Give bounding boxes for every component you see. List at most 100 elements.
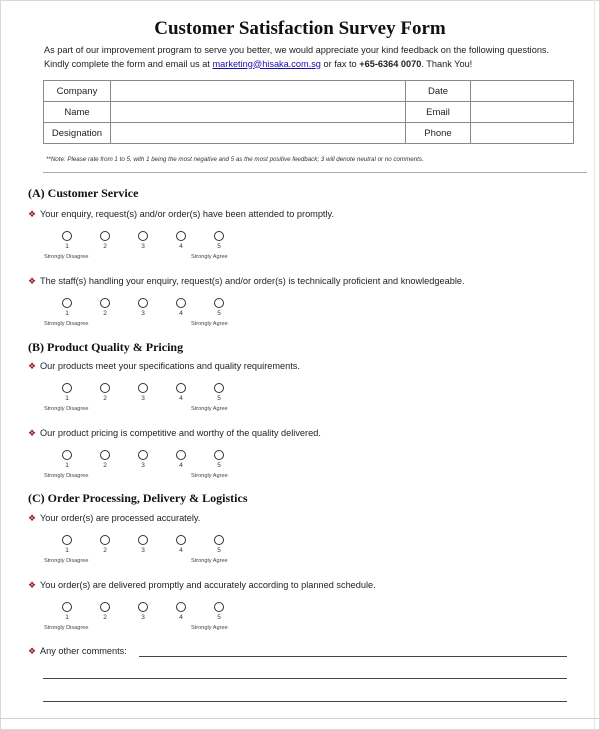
radio-button[interactable] xyxy=(138,450,148,460)
rating-number: 5 xyxy=(217,547,221,554)
rating-option[interactable]: 4 xyxy=(171,298,191,317)
radio-button[interactable] xyxy=(62,535,72,545)
rating-option[interactable]: 1 xyxy=(57,383,77,402)
comments-input-line-2[interactable] xyxy=(43,678,567,679)
rating-number: 5 xyxy=(217,243,221,250)
rating-option[interactable]: 5 xyxy=(209,298,229,317)
low-anchor-label: Strongly Disagree xyxy=(44,625,89,631)
rating-option[interactable]: 4 xyxy=(171,383,191,402)
radio-button[interactable] xyxy=(100,298,110,308)
radio-button[interactable] xyxy=(176,535,186,545)
rating-option[interactable]: 5 xyxy=(209,231,229,250)
rating-option[interactable]: 1 xyxy=(57,535,77,554)
radio-button[interactable] xyxy=(100,602,110,612)
question-text: Our products meet your specifications an… xyxy=(40,361,300,371)
rating-number: 5 xyxy=(217,462,221,469)
rating-option[interactable]: 4 xyxy=(171,535,191,554)
email-field[interactable] xyxy=(470,101,574,123)
radio-button[interactable] xyxy=(100,535,110,545)
rating-number: 5 xyxy=(217,310,221,317)
rating-option[interactable]: 3 xyxy=(133,450,153,469)
radio-button[interactable] xyxy=(62,450,72,460)
designation-field[interactable] xyxy=(110,122,406,144)
rating-number: 3 xyxy=(141,243,145,250)
low-anchor-label: Strongly Disagree xyxy=(44,321,89,327)
radio-button[interactable] xyxy=(138,602,148,612)
low-anchor-label: Strongly Disagree xyxy=(44,473,89,479)
high-anchor-label: Strongly Agree xyxy=(191,625,228,631)
rating-option[interactable]: 2 xyxy=(95,602,115,621)
rating-number: 3 xyxy=(141,462,145,469)
radio-button[interactable] xyxy=(176,298,186,308)
rating-number: 2 xyxy=(103,243,107,250)
rating-number: 1 xyxy=(65,310,69,317)
high-anchor-label: Strongly Agree xyxy=(191,473,228,479)
comments-input-line-3[interactable] xyxy=(43,701,567,702)
rating-option[interactable]: 3 xyxy=(133,602,153,621)
radio-button[interactable] xyxy=(100,383,110,393)
rating-number: 2 xyxy=(103,614,107,621)
email-link[interactable]: marketing@hisaka.com.sg xyxy=(213,59,321,69)
rating-number: 2 xyxy=(103,462,107,469)
rating-option[interactable]: 2 xyxy=(95,298,115,317)
rating-option[interactable]: 3 xyxy=(133,383,153,402)
diamond-bullet-icon: ❖ xyxy=(28,580,37,590)
radio-button[interactable] xyxy=(100,450,110,460)
rating-option[interactable]: 5 xyxy=(209,383,229,402)
rating-option[interactable]: 4 xyxy=(171,450,191,469)
rating-option[interactable]: 1 xyxy=(57,450,77,469)
rating-option[interactable]: 1 xyxy=(57,298,77,317)
name-field[interactable] xyxy=(110,101,406,123)
phone-field[interactable] xyxy=(470,122,574,144)
radio-button[interactable] xyxy=(214,602,224,612)
rating-option[interactable]: 3 xyxy=(133,298,153,317)
radio-button[interactable] xyxy=(176,383,186,393)
rating-option[interactable]: 4 xyxy=(171,602,191,621)
radio-button[interactable] xyxy=(62,383,72,393)
rating-option[interactable]: 2 xyxy=(95,383,115,402)
radio-button[interactable] xyxy=(62,231,72,241)
rating-option[interactable]: 5 xyxy=(209,450,229,469)
rating-note: **Note: Please rate from 1 to 5, with 1 … xyxy=(46,156,424,163)
date-field[interactable] xyxy=(470,80,574,102)
radio-button[interactable] xyxy=(138,535,148,545)
rating-option[interactable]: 4 xyxy=(171,231,191,250)
rating-option[interactable]: 1 xyxy=(57,602,77,621)
radio-button[interactable] xyxy=(62,298,72,308)
radio-button[interactable] xyxy=(214,298,224,308)
radio-button[interactable] xyxy=(214,535,224,545)
radio-button[interactable] xyxy=(214,383,224,393)
rating-number: 3 xyxy=(141,310,145,317)
radio-button[interactable] xyxy=(100,231,110,241)
radio-button[interactable] xyxy=(62,602,72,612)
high-anchor-label: Strongly Agree xyxy=(191,254,228,260)
survey-question: ❖ The staff(s) handling your enquiry, req… xyxy=(28,276,465,287)
radio-button[interactable] xyxy=(176,231,186,241)
rating-option[interactable]: 2 xyxy=(95,535,115,554)
rating-number: 2 xyxy=(103,395,107,402)
rating-number: 4 xyxy=(179,310,183,317)
name-label: Name xyxy=(43,101,111,123)
radio-button[interactable] xyxy=(176,450,186,460)
radio-button[interactable] xyxy=(214,450,224,460)
diamond-bullet-icon: ❖ xyxy=(28,209,37,219)
radio-button[interactable] xyxy=(138,298,148,308)
comments-question: ❖ Any other comments: xyxy=(28,646,127,657)
rating-option[interactable]: 2 xyxy=(95,231,115,250)
rating-number: 4 xyxy=(179,462,183,469)
comments-input-line-1[interactable] xyxy=(139,656,567,657)
rating-option[interactable]: 3 xyxy=(133,535,153,554)
radio-button[interactable] xyxy=(214,231,224,241)
radio-button[interactable] xyxy=(176,602,186,612)
company-field[interactable] xyxy=(110,80,406,102)
rating-option[interactable]: 2 xyxy=(95,450,115,469)
rating-number: 4 xyxy=(179,243,183,250)
rating-option[interactable]: 1 xyxy=(57,231,77,250)
radio-button[interactable] xyxy=(138,231,148,241)
contact-info-table: Company Date Name Email Designation Phon… xyxy=(43,80,574,144)
section-heading: (A) Customer Service xyxy=(28,186,139,200)
rating-option[interactable]: 3 xyxy=(133,231,153,250)
radio-button[interactable] xyxy=(138,383,148,393)
rating-option[interactable]: 5 xyxy=(209,535,229,554)
rating-option[interactable]: 5 xyxy=(209,602,229,621)
